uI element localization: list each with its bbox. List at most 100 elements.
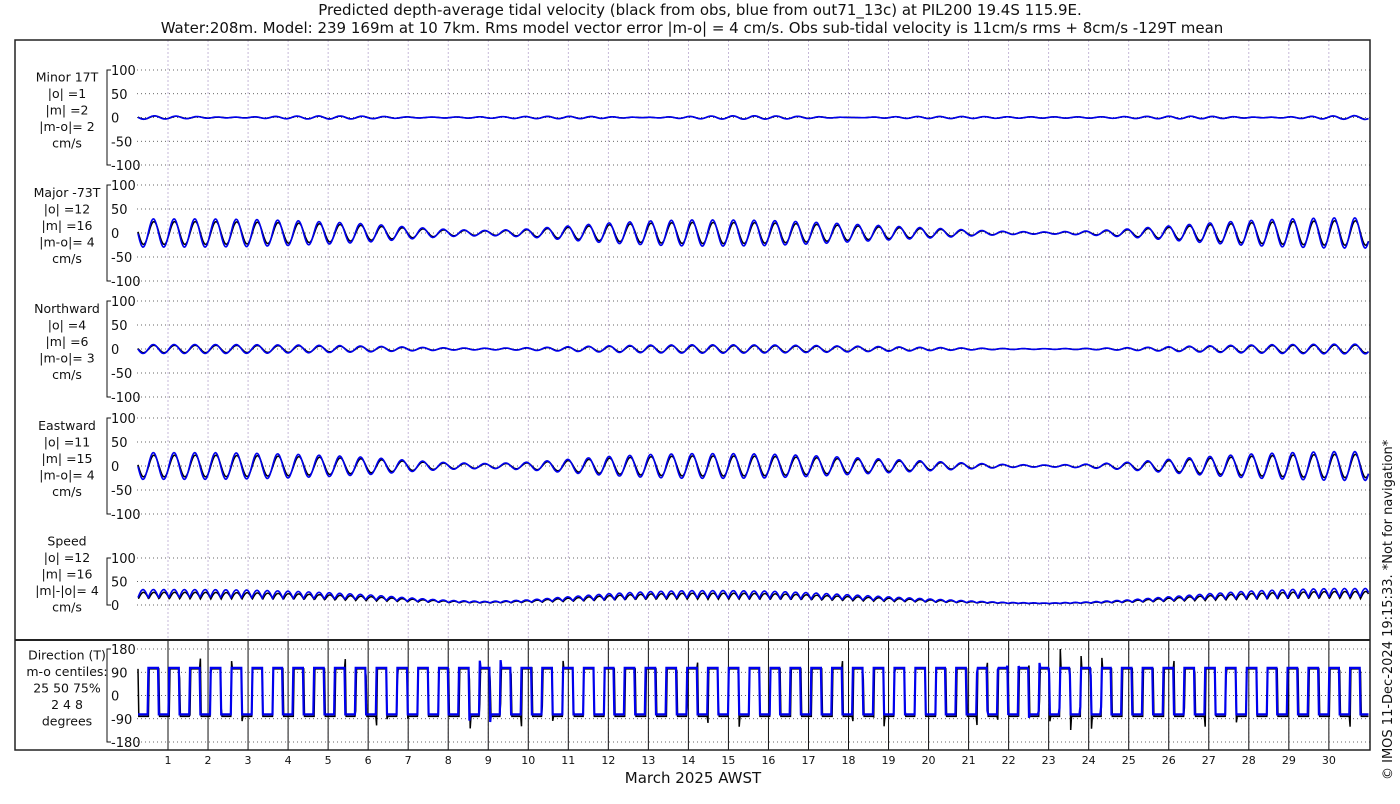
panel-label-line: |m-o|= 4 bbox=[39, 235, 94, 250]
y-tick-label: 100 bbox=[111, 295, 136, 310]
x-tick-label: 10 bbox=[521, 754, 535, 767]
y-tick-label: 0 bbox=[111, 227, 119, 242]
panel-2: Northward |o| =4|m| =6 |m-o|= 3cm/s 100 50 0 -… bbox=[34, 295, 1370, 406]
y-tick-label: -50 bbox=[111, 135, 132, 150]
panel-label-line: cm/s bbox=[52, 600, 82, 615]
y-tick-label: -50 bbox=[111, 251, 132, 266]
panel-label-line: |m| =16 bbox=[42, 218, 93, 233]
panel-label-line: |o| =1 bbox=[48, 86, 86, 101]
panel-label-line: |m-o|= 3 bbox=[39, 351, 94, 366]
panel-label-line: |o| =4 bbox=[48, 318, 87, 333]
x-tick-label: 29 bbox=[1282, 754, 1296, 767]
panel-label-line: |m-o|= 2 bbox=[39, 119, 94, 134]
y-tick-label: 180 bbox=[111, 643, 136, 658]
y-tick-label: 50 bbox=[111, 88, 128, 103]
panel-label-line: |m| =15 bbox=[42, 451, 93, 466]
x-tick-label: 8 bbox=[445, 754, 452, 767]
x-tick-label: 16 bbox=[761, 754, 775, 767]
y-tick-label: 0 bbox=[111, 343, 119, 358]
panel-label-line: Speed bbox=[47, 534, 86, 549]
panel-3: Eastward |o| =11|m| =15 |m-o|= 4cm/s 100 50 0… bbox=[38, 412, 1370, 523]
x-tick-label: 9 bbox=[485, 754, 492, 767]
y-tick-label: 100 bbox=[111, 64, 136, 79]
x-tick-label: 22 bbox=[1002, 754, 1016, 767]
footer-copyright: © IMOS 11-Dec-2024 19:15:33. *Not for na… bbox=[1381, 439, 1396, 780]
panel-label-line: Direction (T) bbox=[28, 648, 106, 663]
tidal-velocity-chart: Predicted depth-average tidal velocity (… bbox=[14, 1, 1396, 787]
x-tick-label: 1 bbox=[165, 754, 172, 767]
y-tick-label: -100 bbox=[111, 275, 141, 290]
panel-label-line: 2 4 8 bbox=[51, 697, 83, 712]
x-tick-label: 11 bbox=[561, 754, 575, 767]
chart-title: Predicted depth-average tidal velocity (… bbox=[318, 1, 1082, 20]
y-tick-label: 90 bbox=[111, 666, 128, 681]
y-tick-label: 50 bbox=[111, 319, 128, 334]
x-tick-label: 23 bbox=[1042, 754, 1056, 767]
panel-4: Speed|o| =12 |m| =16|m|-|o|= 4 cm/s 100 50 0 bbox=[35, 534, 1370, 615]
x-tick-label: 14 bbox=[681, 754, 695, 767]
y-tick-label: 0 bbox=[111, 599, 119, 614]
panel-label-line: 25 50 75% bbox=[33, 681, 101, 696]
y-tick-label: 50 bbox=[111, 436, 128, 451]
x-tick-label: 2 bbox=[205, 754, 212, 767]
x-axis-label: March 2025 AWST bbox=[625, 769, 762, 787]
panel-0: Minor 17T|o| =1 |m| =2|m-o|= 2 cm/s 100 50 0 -… bbox=[36, 64, 1370, 174]
x-tick-label: 25 bbox=[1122, 754, 1136, 767]
x-tick-label: 6 bbox=[365, 754, 372, 767]
x-tick-label: 18 bbox=[842, 754, 856, 767]
panel-1: Major -73T |o| =12|m| =16 |m-o|= 4cm/s 100 5… bbox=[34, 179, 1370, 290]
panel-label-line: cm/s bbox=[52, 251, 82, 266]
x-tick-label: 13 bbox=[641, 754, 655, 767]
panel-label-line: Northward bbox=[34, 301, 100, 316]
x-tick-label: 19 bbox=[882, 754, 896, 767]
y-tick-label: -50 bbox=[111, 484, 132, 499]
x-tick-label: 26 bbox=[1162, 754, 1176, 767]
y-tick-label: 0 bbox=[111, 460, 119, 475]
panel-label-line: Eastward bbox=[38, 418, 96, 433]
x-tick-label: 30 bbox=[1322, 754, 1336, 767]
y-tick-label: 50 bbox=[111, 576, 128, 591]
y-tick-label: -100 bbox=[111, 508, 141, 523]
y-tick-label: 100 bbox=[111, 412, 136, 427]
panel-label-line: cm/s bbox=[52, 484, 82, 499]
panel-label-line: degrees bbox=[42, 714, 92, 729]
panel-label-line: |m| =6 bbox=[46, 334, 89, 349]
y-tick-label: -50 bbox=[111, 367, 132, 382]
y-tick-label: -180 bbox=[111, 736, 141, 751]
panel-label-line: |o| =12 bbox=[44, 202, 90, 217]
y-tick-label: 0 bbox=[111, 690, 119, 705]
panel-label-line: |m|-|o|= 4 bbox=[35, 583, 99, 598]
x-tick-label: 20 bbox=[922, 754, 936, 767]
x-axis: 1 2 3 4 5 6 7 8 9 10 11 12 13 14 15 16 17 18 19 20 21 22 23 24 2… bbox=[165, 754, 1336, 767]
grid bbox=[167, 40, 1330, 750]
y-tick-label: 50 bbox=[111, 203, 128, 218]
panel-label-line: cm/s bbox=[52, 136, 82, 151]
chart-subtitle: Water:208m. Model: 239 169m at 10 7km. R… bbox=[161, 19, 1224, 37]
x-tick-label: 7 bbox=[405, 754, 412, 767]
panel-label-line: |m| =2 bbox=[46, 103, 89, 118]
x-tick-label: 3 bbox=[245, 754, 252, 767]
panel-label-line: |m-o|= 4 bbox=[39, 468, 94, 483]
x-tick-label: 21 bbox=[962, 754, 976, 767]
y-tick-label: 100 bbox=[111, 179, 136, 194]
y-tick-label: -100 bbox=[111, 391, 141, 406]
y-tick-label: 0 bbox=[111, 112, 119, 127]
y-tick-label: -100 bbox=[111, 159, 141, 174]
x-tick-label: 24 bbox=[1082, 754, 1096, 767]
y-tick-label: 100 bbox=[111, 552, 136, 567]
panel-label-line: |o| =12 bbox=[44, 550, 90, 565]
x-tick-label: 28 bbox=[1242, 754, 1256, 767]
x-tick-label: 5 bbox=[325, 754, 332, 767]
x-tick-label: 12 bbox=[601, 754, 615, 767]
x-tick-label: 27 bbox=[1202, 754, 1216, 767]
y-tick-label: -90 bbox=[111, 713, 132, 728]
x-tick-label: 4 bbox=[285, 754, 292, 767]
panel-label-line: |m| =16 bbox=[42, 567, 93, 582]
panel-label-line: |o| =11 bbox=[44, 435, 90, 450]
x-tick-label: 15 bbox=[721, 754, 735, 767]
x-tick-label: 17 bbox=[801, 754, 815, 767]
panel-label-line: Minor 17T bbox=[36, 70, 99, 85]
panel-label-line: cm/s bbox=[52, 367, 82, 382]
obs-series-line bbox=[137, 590, 1370, 605]
frame bbox=[14, 39, 1371, 751]
